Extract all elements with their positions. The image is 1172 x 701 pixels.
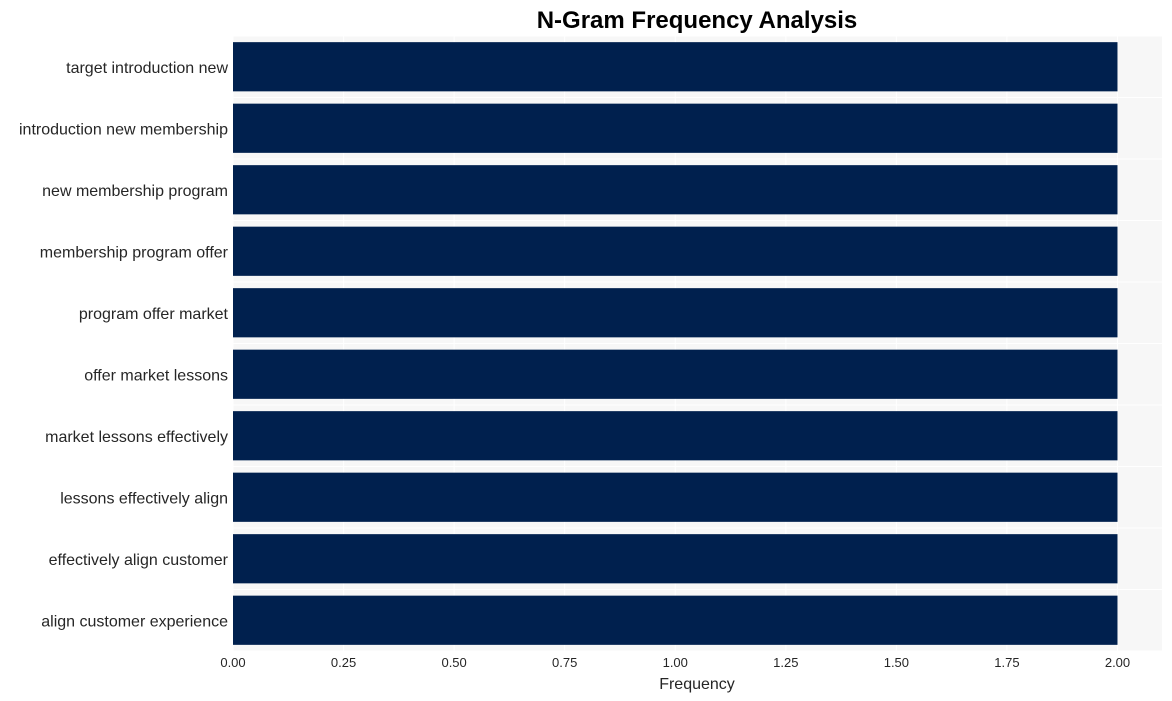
y-tick-label: lessons effectively align (60, 490, 228, 507)
x-tick-label: 2.00 (1105, 655, 1130, 670)
y-tick-label: membership program offer (40, 244, 229, 261)
x-tick-label: 1.00 (663, 655, 688, 670)
y-tick-label: program offer market (79, 306, 229, 323)
x-tick-label: 0.75 (552, 655, 577, 670)
bar (233, 349, 1118, 399)
bar (233, 595, 1118, 645)
x-tick-label: 1.50 (884, 655, 909, 670)
bar (233, 165, 1118, 215)
y-axis-labels: target introduction new introduction new … (19, 60, 229, 631)
y-tick-label: offer market lessons (84, 367, 228, 384)
chart-title: N-Gram Frequency Analysis (537, 7, 858, 34)
y-tick-label: introduction new membership (19, 121, 228, 138)
y-tick-label: effectively align customer (49, 552, 229, 569)
bar (233, 42, 1118, 92)
x-tick-label: 0.00 (220, 655, 245, 670)
y-tick-label: target introduction new (66, 60, 228, 77)
bar (233, 288, 1118, 338)
x-tick-label: 0.50 (441, 655, 466, 670)
bar (233, 534, 1118, 584)
x-tick-label: 1.75 (994, 655, 1019, 670)
y-tick-label: new membership program (42, 183, 228, 200)
bar (233, 226, 1118, 276)
x-axis-label: Frequency (659, 676, 735, 693)
x-tick-label: 0.25 (331, 655, 356, 670)
x-tick-label: 1.25 (773, 655, 798, 670)
y-tick-label: market lessons effectively (45, 429, 228, 446)
bar (233, 103, 1118, 153)
y-tick-label: align customer experience (41, 613, 228, 630)
bar (233, 411, 1118, 461)
ngram-bar-chart: target introduction new introduction new … (19, 7, 1162, 693)
bar (233, 472, 1118, 522)
x-axis-ticks: 0.00 0.25 0.50 0.75 1.00 1.25 1.50 1.75 2.00 (220, 655, 1130, 670)
